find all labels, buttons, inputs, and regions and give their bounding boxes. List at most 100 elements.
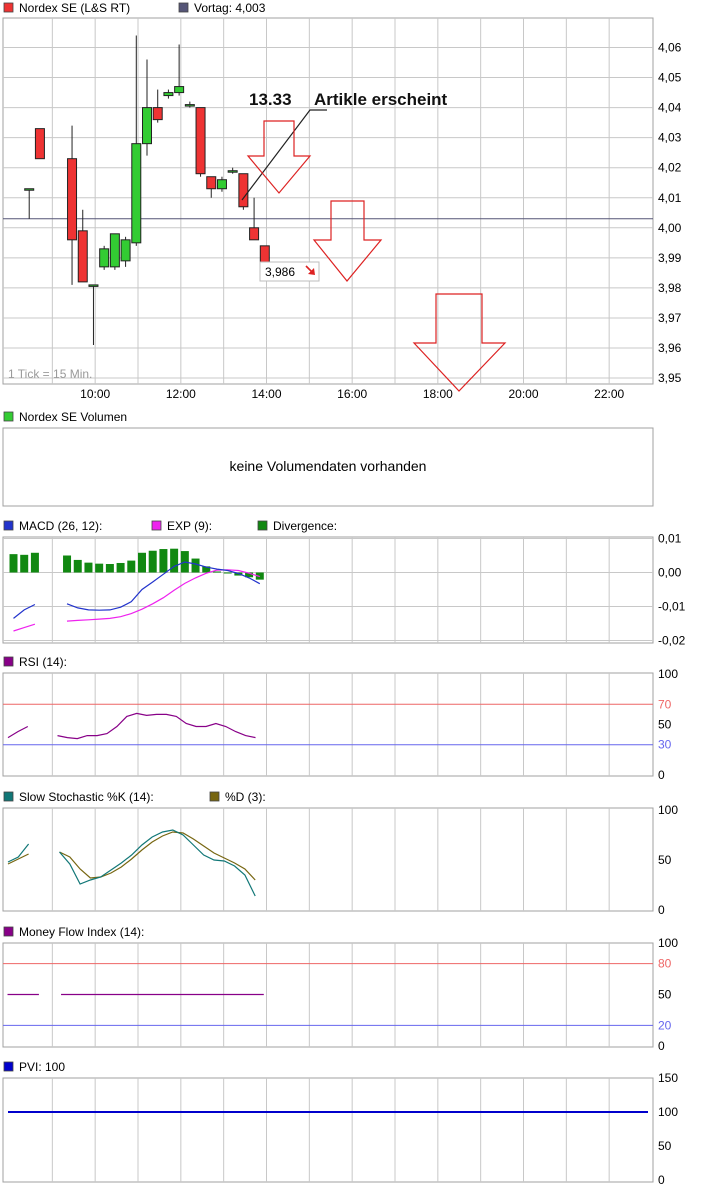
macd-panel-frame [2,536,654,644]
candle-body [163,92,174,97]
legend-swatch-pvi [3,1061,14,1072]
divergence-bar [148,550,157,573]
legend-mfi: Money Flow Index (14): [19,925,144,939]
y-tick-label: 50 [658,853,672,867]
y-tick-label: -0,01 [658,600,686,614]
pvi-panel: 150 100 50 0 [2,1071,678,1187]
y-tick-label: 4,02 [658,161,682,175]
macd-y-ticks: 0,01 0,00 -0,01 -0,02 [658,532,686,648]
macd-panel: 0,01 0,00 -0,01 -0,02 [2,532,686,648]
y-tick-label: 100 [658,1105,678,1119]
y-tick-label: 0,00 [658,566,682,580]
rsi-panel-frame [2,672,654,777]
annotation-text: Artikle erscheint [314,90,448,109]
legend-swatch-prev-close [178,2,189,13]
x-tick-label: 20:00 [508,387,538,401]
candle-body [227,170,238,173]
y-tick-label: 100 [658,667,678,681]
legend-divergence: Divergence: [273,519,337,533]
legend-swatch-exp [151,520,162,531]
legend-volume: Nordex SE Volumen [19,410,127,424]
legend-pvi: PVI: 100 [19,1060,65,1074]
divergence-bar [105,564,114,573]
price-y-ticks: 4,06 4,05 4,04 4,03 4,02 4,01 4,00 3,99 3,98 3,97… [658,41,682,386]
divergence-bar [30,552,39,573]
y-tick-label: 50 [658,988,672,1002]
y-tick-label: 50 [658,1139,672,1153]
candle-body [67,158,78,241]
legend-swatch-divergence [257,520,268,531]
y-tick-label: 150 [658,1071,678,1085]
stoch-panel: 100 50 0 [2,803,678,917]
y-tick-label: 0 [658,1039,665,1053]
legend-macd: MACD (26, 12): [19,519,102,533]
candle-body [24,188,35,191]
legend-swatch-macd [3,520,14,531]
divergence-bar [212,571,221,573]
stoch-panel-frame [2,807,654,912]
divergence-bar [84,562,93,573]
x-tick-label: 14:00 [251,387,281,401]
candle-body [152,107,163,121]
candle-body [88,284,99,287]
candle-body [99,248,110,268]
candle-body [34,128,45,160]
candle-body [184,104,195,107]
divergence-bar [159,549,168,573]
legend-swatch-volume [3,411,14,422]
pvi-panel-frame [2,1077,654,1183]
candle-body [109,233,120,268]
candle-body [174,86,185,94]
divergence-bar [138,552,146,573]
y-tick-label: 50 [658,718,672,732]
candle-body [216,179,227,190]
mfi-y-ticks: 100 80 50 20 0 [658,936,678,1053]
legend-swatch-rsi [3,656,14,667]
candle [195,107,206,177]
y-tick-label: 4,04 [658,101,682,115]
candle-body [142,107,152,145]
price-panel-frame [2,17,654,385]
y-tick-label: 0,01 [658,532,682,546]
y-tick-label: -0,02 [658,634,686,648]
divergence-bar [95,563,104,573]
y-tick-label: 0 [658,903,665,917]
divergence-bar [20,554,29,573]
x-tick-label: 16:00 [337,387,367,401]
y-tick-label: 4,00 [658,221,682,235]
y-tick-label: 3,95 [658,371,682,385]
legend-stoch-k: Slow Stochastic %K (14): [19,790,154,804]
candle [238,173,249,210]
y-tick-label: 0 [658,1173,665,1187]
candle [109,233,120,270]
mfi-panel: 100 80 50 20 0 [2,936,678,1053]
candle-body [238,173,249,208]
pvi-y-ticks: 150 100 50 0 [658,1071,678,1187]
x-tick-label: 10:00 [80,387,110,401]
legend-swatch-mfi [3,926,14,937]
divergence-bar [63,555,72,573]
y-tick-label: 4,01 [658,191,682,205]
stoch-y-ticks: 100 50 0 [658,803,678,917]
legend-prev-close: Vortag: 4,003 [194,1,266,15]
y-tick-label: 70 [658,697,672,711]
legend-rsi: RSI (14): [19,655,67,669]
divergence-bar [116,562,125,573]
x-tick-label: 22:00 [594,387,624,401]
x-tick-label: 18:00 [423,387,453,401]
y-tick-label: 80 [658,957,672,971]
legend-stoch-d: %D (3): [225,790,266,804]
annotation-time: 13.33 [249,90,292,109]
candle-body [206,176,217,190]
candle-body [120,239,131,262]
y-tick-label: 100 [658,803,678,817]
y-tick-label: 3,97 [658,311,682,325]
rsi-panel: 100 70 50 30 0 [2,667,678,782]
candle-body [195,107,206,175]
candle-body [249,227,260,241]
y-tick-label: 30 [658,738,672,752]
candle-body [77,230,88,283]
candle-body [131,143,142,244]
legend-exp: EXP (9): [167,519,212,533]
divergence-bar [73,559,82,573]
